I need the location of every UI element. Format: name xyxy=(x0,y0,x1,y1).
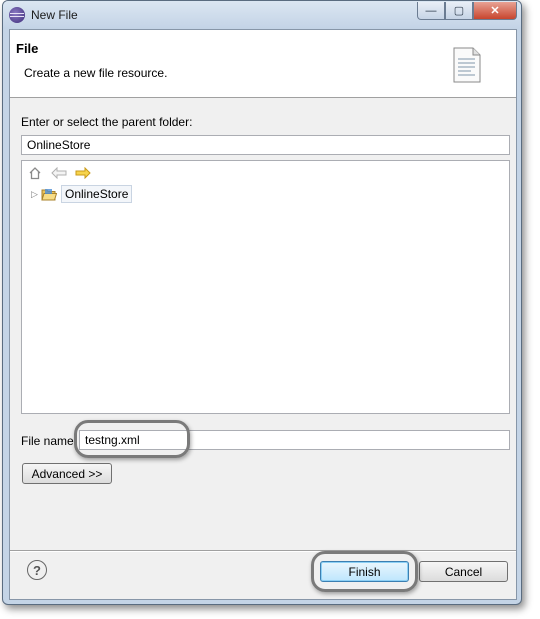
title-bar[interactable]: New File — ▢ ✕ xyxy=(3,1,521,29)
dialog-body: File Create a new file resource. Enter o… xyxy=(9,29,517,600)
tree-toolbar xyxy=(27,165,91,181)
close-button[interactable]: ✕ xyxy=(473,2,517,20)
new-file-dialog: New File — ▢ ✕ File Create a new file re… xyxy=(2,0,522,605)
eclipse-icon xyxy=(9,7,25,23)
help-icon[interactable]: ? xyxy=(27,560,47,580)
forward-icon[interactable] xyxy=(75,165,91,181)
footer-separator xyxy=(10,550,516,552)
file-name-highlight xyxy=(74,420,190,458)
tree-item-label[interactable]: OnlineStore xyxy=(61,185,133,203)
maximize-button[interactable]: ▢ xyxy=(445,2,473,20)
advanced-button[interactable]: Advanced >> xyxy=(22,463,112,484)
window-title: New File xyxy=(31,8,78,22)
home-icon[interactable] xyxy=(27,165,43,181)
file-name-label: File name: xyxy=(21,434,78,448)
banner-title: File xyxy=(16,41,39,56)
new-file-wizard-icon xyxy=(453,47,481,83)
tree-item[interactable]: ▷ OnlineStore xyxy=(31,185,133,203)
banner-description: Create a new file resource. xyxy=(24,66,168,80)
folder-tree[interactable]: ▷ OnlineStore xyxy=(21,160,510,414)
header-banner: File Create a new file resource. xyxy=(10,30,516,98)
window-controls: — ▢ ✕ xyxy=(417,2,517,20)
finish-highlight xyxy=(311,551,418,592)
parent-folder-input[interactable]: OnlineStore xyxy=(21,135,510,155)
parent-folder-label: Enter or select the parent folder: xyxy=(21,115,193,129)
open-folder-icon xyxy=(41,188,57,200)
minimize-button[interactable]: — xyxy=(417,2,445,20)
cancel-button[interactable]: Cancel xyxy=(419,561,508,582)
tree-expander-icon[interactable]: ▷ xyxy=(31,189,41,200)
back-icon[interactable] xyxy=(51,165,67,181)
